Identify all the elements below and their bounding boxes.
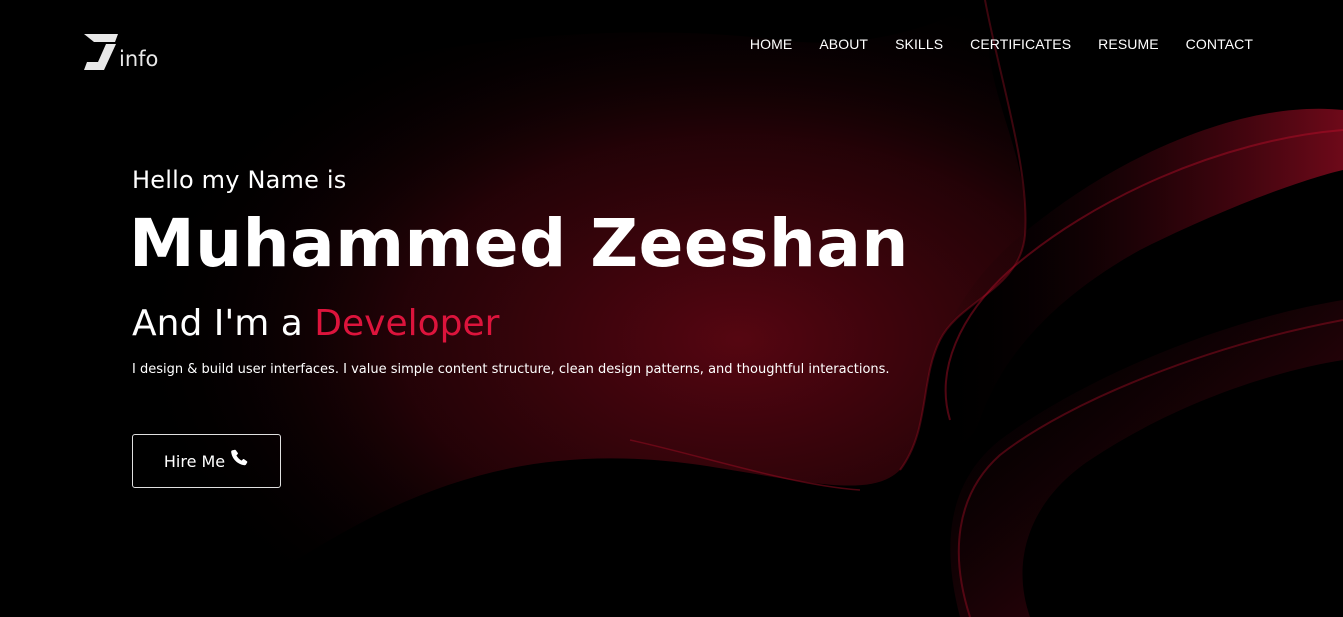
hire-me-label: Hire Me (163, 451, 226, 471)
hero-greeting: Hello my Name is (132, 166, 347, 194)
role-highlight: Developer (314, 303, 500, 344)
role-prefix: And I'm a (132, 303, 315, 344)
hero-name: Muhammed Zeeshan (129, 205, 909, 282)
hero-section: info HOME ABOUT SKILLS CERTIFICATES RESU… (0, 0, 1343, 617)
nav-item-resume[interactable]: RESUME (1098, 36, 1159, 52)
nav-item-about[interactable]: ABOUT (819, 36, 868, 52)
main-nav: HOME ABOUT SKILLS CERTIFICATES RESUME CO… (750, 36, 1253, 52)
nav-item-certificates[interactable]: CERTIFICATES (970, 36, 1071, 52)
hero-description: I design & build user interfaces. I valu… (132, 362, 890, 377)
nav-item-contact[interactable]: CONTACT (1186, 36, 1253, 52)
site-logo[interactable]: info (82, 30, 158, 72)
z-logo-icon (84, 34, 118, 70)
hero-content: Hello my Name is Muhammed Zeeshan And I'… (129, 164, 909, 379)
phone-icon (231, 449, 248, 466)
nav-item-home[interactable]: HOME (750, 36, 792, 52)
hire-me-button[interactable]: Hire Me (132, 434, 281, 488)
hero-role: And I'm a Developer (132, 301, 909, 347)
logo-text: info (119, 47, 159, 71)
nav-item-skills[interactable]: SKILLS (895, 36, 943, 52)
